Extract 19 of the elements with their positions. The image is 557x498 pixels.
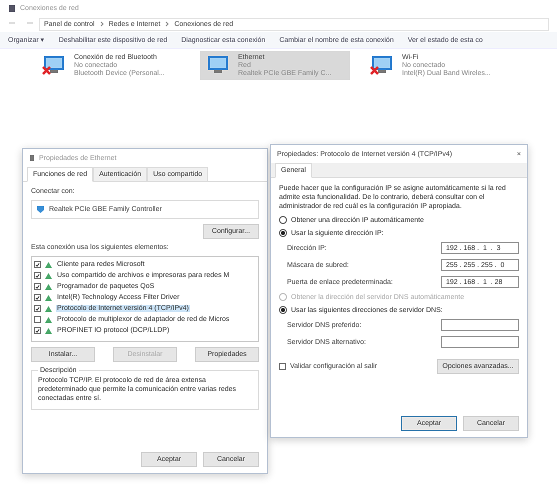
checkbox[interactable]: [34, 294, 41, 301]
adapter-icon: [36, 205, 45, 214]
checkbox[interactable]: [34, 316, 41, 323]
checkbox[interactable]: [34, 261, 41, 268]
checkbox[interactable]: [34, 305, 41, 312]
radio-button[interactable]: [279, 216, 287, 224]
chevron-icon: [165, 21, 170, 27]
radio-button[interactable]: [279, 229, 287, 238]
checkbox[interactable]: [34, 283, 41, 290]
folder-icon: [8, 4, 16, 12]
radio-button[interactable]: [279, 306, 287, 314]
ip-field[interactable]: [441, 336, 519, 348]
chevron-icon: [100, 21, 104, 27]
checkbox[interactable]: [34, 272, 41, 279]
checkbox[interactable]: [279, 363, 286, 370]
network-icon: [29, 154, 35, 162]
checkbox[interactable]: [34, 327, 41, 334]
check-icon: [35, 328, 40, 334]
ip-field[interactable]: [441, 319, 519, 332]
